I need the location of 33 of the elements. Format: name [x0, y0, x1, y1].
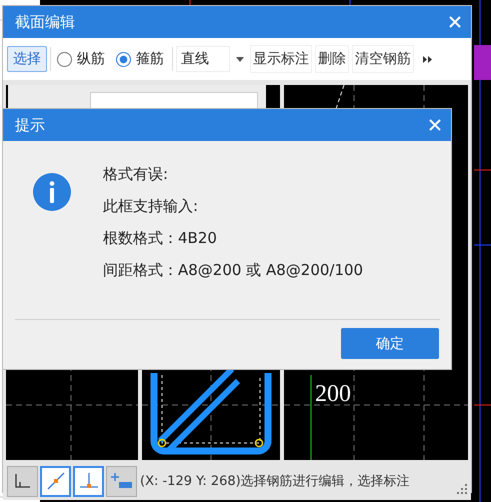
toolbar-button[interactable]: 显示标注: [250, 45, 312, 73]
snap-tool-button[interactable]: [7, 466, 38, 496]
corner-icon: [14, 474, 30, 488]
resize-grip-icon[interactable]: [457, 484, 467, 494]
window-title: 截面编辑: [15, 12, 75, 32]
close-icon[interactable]: [449, 16, 461, 28]
hatched-block: [474, 45, 491, 80]
snap-tool-button[interactable]: [73, 466, 104, 496]
dialog-title: 提示: [15, 116, 45, 134]
status-message: (X: -129 Y: 268)选择钢筋进行编辑，选择标注: [140, 473, 410, 490]
message-text: 间距格式：A8@200 或 A8@200/100: [103, 260, 364, 281]
close-icon[interactable]: [429, 119, 441, 131]
radio-label: 箍筋: [136, 50, 164, 68]
select-button[interactable]: 选择: [7, 46, 47, 72]
toolbar-button[interactable]: 删除: [315, 45, 349, 73]
add-dimension-icon: [110, 473, 132, 489]
radio-option[interactable]: 箍筋: [116, 50, 164, 68]
line-dropdown[interactable]: 直线: [176, 46, 230, 72]
perpendicular-icon: [78, 473, 98, 489]
radio-circle[interactable]: [116, 52, 131, 66]
ok-button[interactable]: 确定: [341, 328, 439, 359]
dimension-label: 200: [315, 382, 351, 406]
caret-icon[interactable]: [236, 56, 244, 62]
radio-label: 纵筋: [77, 50, 105, 68]
more-icon[interactable]: [423, 56, 432, 62]
info-icon: [33, 173, 71, 211]
message-text: 此框支持输入:: [103, 196, 200, 217]
radio-circle[interactable]: [57, 52, 72, 66]
slope-snap-icon: [46, 472, 64, 490]
message-text: 格式有误:: [103, 164, 170, 185]
radio-option[interactable]: 纵筋: [57, 50, 105, 68]
message-text: 根数格式：4B20: [103, 228, 218, 249]
toolbar-button[interactable]: 清空钢筋: [352, 45, 414, 73]
